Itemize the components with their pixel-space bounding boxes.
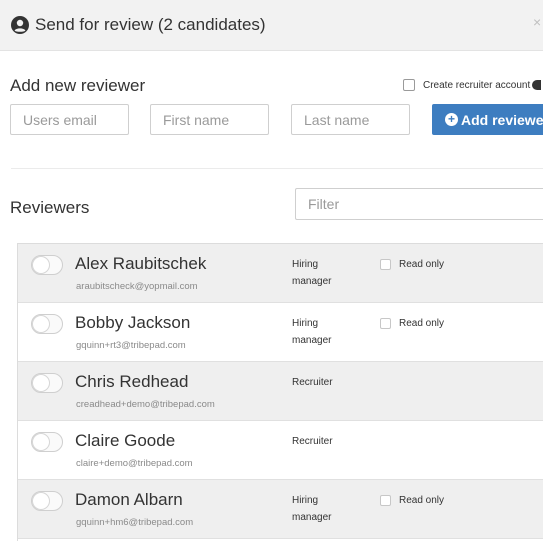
reviewer-email: gquinn+rt3@tribepad.com — [76, 340, 186, 351]
reviewer-role-line: Hiring — [292, 259, 319, 270]
add-reviewer-button-label: Add reviewer — [461, 111, 543, 128]
reviewer-role-line: Hiring — [292, 318, 319, 329]
reviewer-email: gquinn+hm6@tribepad.com — [76, 517, 194, 528]
toggle-knob — [32, 374, 50, 392]
reviewer-name: Bobby Jackson — [75, 313, 191, 332]
reviewer-name: Chris Redhead — [75, 372, 189, 391]
read-only-label: Read only — [399, 318, 445, 329]
read-only-option[interactable]: Read only — [380, 318, 444, 329]
reviewer-toggle[interactable] — [31, 432, 63, 452]
modal-header: Send for review (2 candidates) × — [0, 0, 543, 51]
reviewer-row: Chris Redhead creadhead+demo@tribepad.co… — [18, 362, 543, 421]
read-only-checkbox[interactable] — [380, 318, 391, 329]
toggle-knob — [32, 315, 50, 333]
last-name-field[interactable] — [291, 104, 410, 135]
read-only-checkbox[interactable] — [380, 259, 391, 270]
reviewer-name: Alex Raubitschek — [75, 254, 207, 273]
reviewer-row: Damon Albarn gquinn+hm6@tribepad.com Hir… — [18, 480, 543, 539]
add-reviewer-heading: Add new reviewer — [10, 76, 146, 95]
add-reviewer-button[interactable]: + Add reviewer — [432, 104, 543, 135]
plus-circle-icon: + — [445, 113, 458, 126]
reviewer-name: Damon Albarn — [75, 490, 183, 509]
read-only-label: Read only — [399, 495, 445, 506]
reviewer-role-line: Recruiter — [292, 377, 333, 388]
reviewer-role-line: manager — [292, 276, 332, 287]
reviewer-list: Alex Raubitschek araubitscheck@yopmail.c… — [17, 243, 543, 541]
reviewer-toggle[interactable] — [31, 491, 63, 511]
read-only-option[interactable]: Read only — [380, 259, 444, 270]
reviewer-toggle[interactable] — [31, 373, 63, 393]
reviewer-email: claire+demo@tribepad.com — [76, 458, 193, 469]
reviewer-row: Bobby Jackson gquinn+rt3@tribepad.com Hi… — [18, 303, 543, 362]
reviewer-name: Claire Goode — [75, 431, 176, 450]
toggle-knob — [32, 256, 50, 274]
read-only-label: Read only — [399, 259, 445, 270]
reviewer-role: Recruiter — [292, 374, 362, 391]
section-divider — [11, 168, 543, 169]
reviewer-row: Alex Raubitschek araubitscheck@yopmail.c… — [18, 244, 543, 303]
create-recruiter-account-option[interactable]: Create recruiter account — [403, 78, 542, 92]
reviewer-role-line: Hiring — [292, 495, 319, 506]
filter-input[interactable] — [295, 188, 543, 220]
reviewers-heading: Reviewers — [10, 198, 90, 217]
create-recruiter-account-label: Create recruiter account — [423, 79, 531, 91]
user-circle-icon — [11, 16, 29, 34]
reviewer-role-line: manager — [292, 335, 332, 346]
close-icon[interactable]: × — [533, 14, 543, 30]
reviewer-role: Hiring manager — [292, 315, 362, 349]
create-recruiter-account-checkbox[interactable] — [403, 79, 415, 91]
reviewer-toggle[interactable] — [31, 255, 63, 275]
reviewer-role: Recruiter — [292, 433, 362, 450]
read-only-option[interactable]: Read only — [380, 495, 444, 506]
email-field[interactable] — [10, 104, 129, 135]
reviewer-role: Hiring manager — [292, 256, 362, 290]
toggle-knob — [32, 492, 50, 510]
reviewer-email: araubitscheck@yopmail.com — [76, 281, 198, 292]
modal-title: Send for review (2 candidates) — [35, 15, 266, 34]
reviewer-toggle[interactable] — [31, 314, 63, 334]
reviewer-role-line: manager — [292, 512, 332, 523]
read-only-checkbox[interactable] — [380, 495, 391, 506]
reviewer-email: creadhead+demo@tribepad.com — [76, 399, 215, 410]
reviewer-role-line: Recruiter — [292, 436, 333, 447]
info-icon[interactable] — [532, 80, 542, 90]
reviewer-role: Hiring manager — [292, 492, 362, 526]
first-name-field[interactable] — [150, 104, 269, 135]
toggle-knob — [32, 433, 50, 451]
reviewer-row: Claire Goode claire+demo@tribepad.com Re… — [18, 421, 543, 480]
